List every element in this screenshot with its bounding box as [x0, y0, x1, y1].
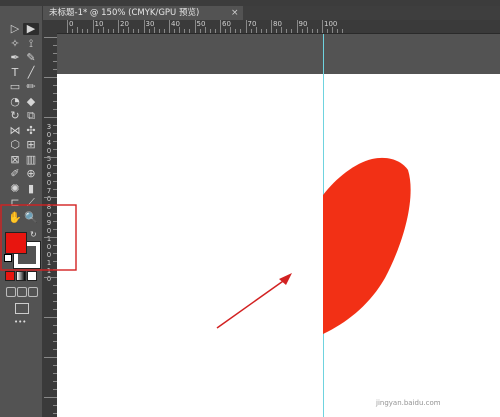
- canvas-overlay: [0, 157, 411, 334]
- watermark: Bai 经验: [392, 364, 454, 382]
- illustrator-window: 未标题-1* @ 150% (CMYK/GPU 预览) × ▷ ▶ ✧ ⟟ ✒ ✎ T ╱ ▭ ✏…: [0, 0, 500, 417]
- watermark-url: jingyan.baidu.com: [376, 399, 441, 407]
- annotation-arrow: [216, 278, 287, 329]
- half-heart-shape[interactable]: [323, 157, 411, 334]
- fill-stroke-highlight-box: [0, 204, 77, 271]
